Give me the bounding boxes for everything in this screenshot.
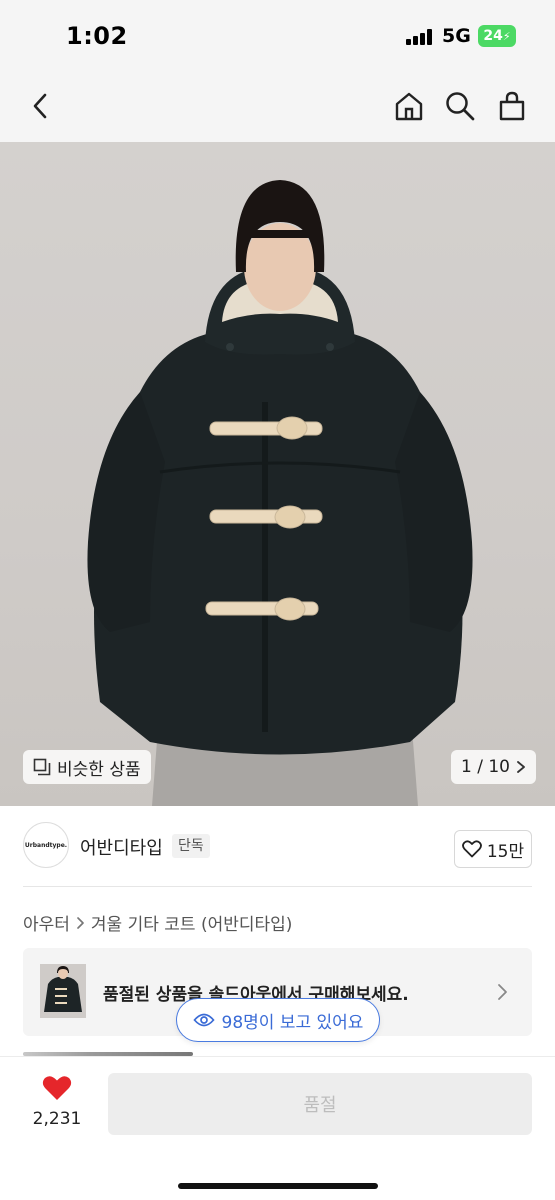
- brand-like-button[interactable]: 15만: [454, 830, 532, 868]
- back-button[interactable]: [20, 86, 60, 126]
- home-button[interactable]: [389, 86, 429, 126]
- similar-products-icon: [33, 758, 51, 776]
- battery-icon: 24⚡: [478, 25, 516, 47]
- status-time: 1:02: [66, 22, 128, 50]
- status-bar: 1:02 5G 24⚡: [0, 0, 555, 72]
- bottom-action-bar: 2,231 품절: [0, 1056, 555, 1200]
- divider: [23, 886, 532, 887]
- seller-logo[interactable]: Urbandtype.: [23, 822, 69, 868]
- wish-button[interactable]: [30, 1075, 84, 1105]
- soldout-button-label: 품절: [303, 1095, 337, 1116]
- similar-products-button[interactable]: 비슷한 상품: [23, 750, 151, 784]
- breadcrumb-item-category[interactable]: 겨울 기타 코트 (어반디타입): [91, 910, 293, 935]
- soldout-button[interactable]: 품절: [108, 1073, 532, 1135]
- shopping-bag-icon: [499, 91, 525, 121]
- top-navigation: [0, 72, 555, 142]
- page-counter-text: 1 / 10: [461, 757, 510, 777]
- product-photo: [87, 180, 473, 806]
- seller-name[interactable]: 어반디타입: [80, 834, 163, 860]
- chevron-right-icon: [498, 984, 507, 1000]
- viewers-pill: 98명이 보고 있어요: [176, 998, 380, 1042]
- exclusive-badge: 단독: [172, 834, 210, 858]
- banner-thumbnail: [40, 964, 86, 1018]
- home-indicator: [178, 1183, 378, 1189]
- chevron-right-icon: [517, 761, 525, 773]
- eye-icon: [192, 1013, 215, 1027]
- heart-outline-icon: [461, 840, 482, 858]
- network-label: 5G: [442, 25, 471, 47]
- breadcrumb-item-outer[interactable]: 아우터: [23, 910, 70, 935]
- product-image-carousel[interactable]: 비슷한 상품 1 / 10: [0, 142, 555, 806]
- viewers-text: 98명이 보고 있어요: [221, 1012, 364, 1033]
- wish-count: 2,231: [32, 1109, 82, 1129]
- chevron-right-icon: [77, 916, 84, 929]
- search-button[interactable]: [440, 86, 480, 126]
- chevron-left-icon: [33, 93, 47, 119]
- home-icon: [395, 92, 423, 121]
- seller-row: Urbandtype. 어반디타입 단독 15만: [0, 806, 555, 888]
- signal-icon: [406, 29, 434, 45]
- similar-products-label: 비슷한 상품: [57, 759, 141, 780]
- seller-logo-text: Urbandtype.: [24, 841, 68, 849]
- brand-like-count: 15만: [486, 841, 525, 862]
- breadcrumb: 아우터 겨울 기타 코트 (어반디타입): [23, 910, 292, 935]
- search-icon: [446, 92, 475, 121]
- battery-level: 24: [483, 28, 503, 44]
- cart-button[interactable]: [492, 86, 532, 126]
- heart-filled-icon: [42, 1076, 72, 1100]
- page-counter[interactable]: 1 / 10: [451, 750, 536, 784]
